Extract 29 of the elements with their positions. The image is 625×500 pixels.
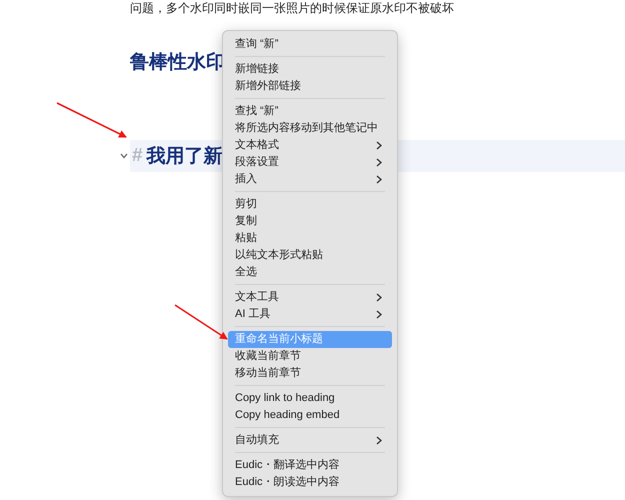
- menu-item[interactable]: 查找 “新”: [228, 103, 392, 120]
- menu-item[interactable]: 以纯文本形式粘贴: [228, 247, 392, 264]
- heading-text: 我用了新: [146, 144, 223, 169]
- menu-item[interactable]: 段落设置: [228, 154, 392, 171]
- menu-item[interactable]: 查询 “新”: [228, 36, 392, 53]
- annotation-arrow: [174, 304, 228, 340]
- menu-item[interactable]: 复制: [228, 213, 392, 230]
- menu-item[interactable]: AI 工具: [228, 306, 392, 323]
- annotation-arrow: [56, 102, 127, 138]
- menu-item[interactable]: 移动当前章节: [228, 365, 392, 382]
- menu-item[interactable]: 剪切: [228, 196, 392, 213]
- menu-item[interactable]: 新增链接: [228, 61, 392, 78]
- menu-item[interactable]: 文本格式: [228, 137, 392, 154]
- menu-item[interactable]: Eudic・朗读选中内容: [228, 474, 392, 491]
- paragraph-text: 问题，多个水印同时嵌同一张照片的时候保证原水印不被破坏: [130, 1, 455, 15]
- menu-item[interactable]: 文本工具: [228, 289, 392, 306]
- menu-item[interactable]: 收藏当前章节: [228, 348, 392, 365]
- menu-item[interactable]: 插入: [228, 171, 392, 188]
- collapse-caret-icon[interactable]: [120, 153, 128, 159]
- menu-item[interactable]: 粘贴: [228, 230, 392, 247]
- menu-item[interactable]: 将所选内容移动到其他笔记中: [228, 120, 392, 137]
- menu-item[interactable]: 全选: [228, 264, 392, 281]
- menu-item[interactable]: Copy link to heading: [228, 390, 392, 407]
- heading-marker: #: [132, 145, 143, 167]
- menu-item[interactable]: 自动填充: [228, 432, 392, 449]
- menu-item[interactable]: Copy heading embed: [228, 407, 392, 424]
- menu-item[interactable]: 新增外部链接: [228, 78, 392, 95]
- chevron-right-icon: [376, 436, 382, 445]
- menu-item[interactable]: Eudic・翻译选中内容: [228, 457, 392, 474]
